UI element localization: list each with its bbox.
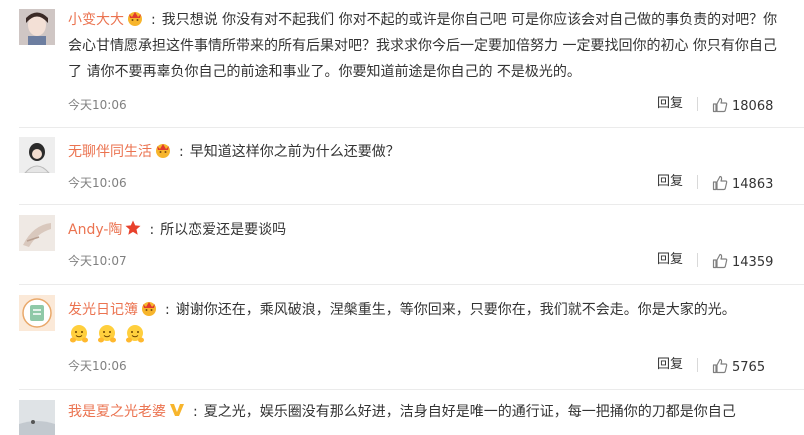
like-button[interactable]: 14359 xyxy=(712,253,773,271)
thumbs-up-icon xyxy=(712,358,728,374)
action-divider xyxy=(697,358,698,372)
comment-body: Andy-陶: 所以恋爱还是要谈吗 xyxy=(68,217,786,243)
comment-text: 我只想说 你没有对不起我们 你对不起的或许是你自己吧 可是你应该会对自己做的事负… xyxy=(68,12,778,80)
comment-divider xyxy=(19,284,804,285)
v-badge-icon xyxy=(168,401,186,419)
username-link[interactable]: Andy-陶 xyxy=(68,222,122,238)
action-divider xyxy=(697,175,698,189)
avatar[interactable] xyxy=(19,295,55,331)
thumbs-up-icon xyxy=(712,97,728,113)
avatar[interactable] xyxy=(19,400,55,435)
avatar[interactable] xyxy=(19,9,55,45)
avatar[interactable] xyxy=(19,215,55,251)
emoji-row xyxy=(68,323,152,349)
comment-time: 今天10:07 xyxy=(68,254,127,268)
like-count: 5765 xyxy=(732,360,766,375)
crown-face-icon xyxy=(140,299,158,317)
like-button[interactable]: 5765 xyxy=(712,358,765,376)
comment-text: 谢谢你还在，乘风破浪，涅槃重生，等你回来，只要你在，我们就不会走。你是大家的光。 xyxy=(175,302,736,318)
comment-divider xyxy=(19,389,804,390)
hug-emoji-icon xyxy=(124,323,146,345)
reply-button[interactable]: 回复 xyxy=(657,174,683,190)
comment-time: 今天10:06 xyxy=(68,98,127,112)
red-star-icon xyxy=(124,219,142,237)
username-link[interactable]: 发光日记簿 xyxy=(68,302,138,318)
thumbs-up-icon xyxy=(712,175,728,191)
reply-button[interactable]: 回复 xyxy=(657,252,683,268)
reply-button[interactable]: 回复 xyxy=(657,357,683,373)
comment-body: 无聊伴同生活: 早知道这样你之前为什么还要做？ xyxy=(68,139,786,165)
comment-text: 所以恋爱还是要谈吗 xyxy=(160,222,287,238)
action-divider xyxy=(697,97,698,111)
comment-body: 发光日记簿: 谢谢你还在，乘风破浪，涅槃重生，等你回来，只要你在，我们就不会走。你… xyxy=(68,297,786,349)
comment-time: 今天10:06 xyxy=(68,176,127,190)
comment-text: 早知道这样你之前为什么还要做？ xyxy=(189,144,400,160)
like-button[interactable]: 14863 xyxy=(712,175,773,193)
like-count: 14863 xyxy=(732,177,774,192)
thumbs-up-icon xyxy=(712,253,728,269)
hug-emoji-icon xyxy=(96,323,118,345)
comment-body: 小变大大: 我只想说 你没有对不起我们 你对不起的或许是你自己吧 可是你应该会对自… xyxy=(68,7,786,85)
action-divider xyxy=(697,253,698,267)
username-link[interactable]: 小变大大 xyxy=(68,12,124,28)
comment-time: 今天10:06 xyxy=(68,359,127,373)
username-link[interactable]: 我是夏之光老婆 xyxy=(68,404,166,420)
username-link[interactable]: 无聊伴同生活 xyxy=(68,144,152,160)
crown-face-icon xyxy=(154,141,172,159)
comment-divider xyxy=(19,204,804,205)
comment-divider xyxy=(19,127,804,128)
crown-face-icon xyxy=(126,9,144,27)
like-count: 14359 xyxy=(732,255,774,270)
comment-text: 夏之光，娱乐圈没有那么好进，洁身自好是唯一的通行证，每一把捅你的刀都是你自己 xyxy=(203,404,736,420)
avatar[interactable] xyxy=(19,137,55,173)
like-button[interactable]: 18068 xyxy=(712,97,773,115)
like-count: 18068 xyxy=(732,99,774,114)
comment-feed: 小变大大: 我只想说 你没有对不起我们 你对不起的或许是你自己吧 可是你应该会对自… xyxy=(0,0,804,435)
comment-body: 我是夏之光老婆: 夏之光，娱乐圈没有那么好进，洁身自好是唯一的通行证，每一把捅你的… xyxy=(68,399,786,425)
hug-emoji-icon xyxy=(68,323,90,345)
reply-button[interactable]: 回复 xyxy=(657,96,683,112)
